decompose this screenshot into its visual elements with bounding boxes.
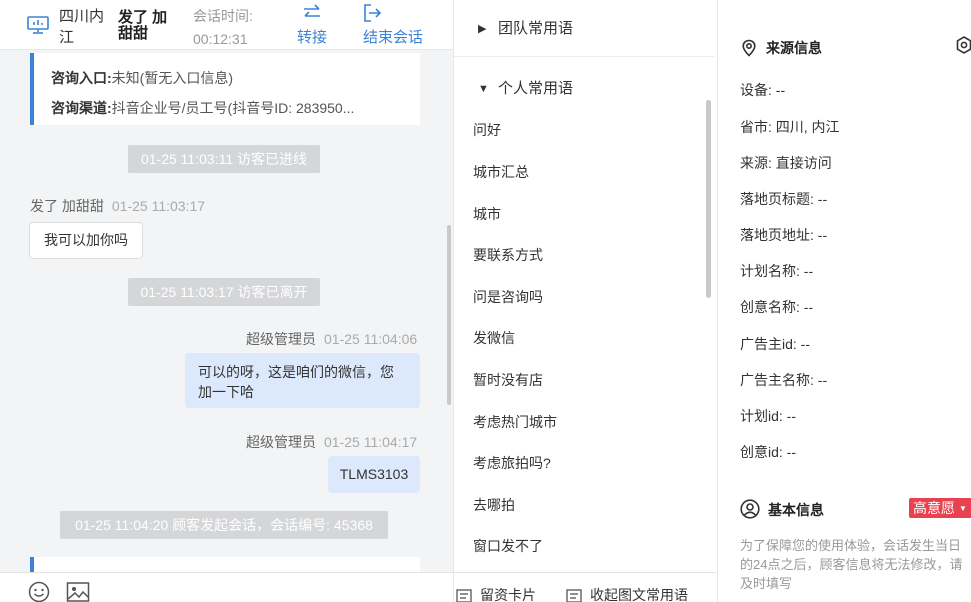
phrase-item[interactable]: 发微信 — [473, 328, 693, 348]
exit-icon — [364, 4, 382, 22]
basic-info-heading: 基本信息 — [740, 499, 824, 520]
field-creative-id: 创意id: -- — [740, 444, 796, 460]
visitor-name: 发了 加甜甜 — [118, 9, 168, 42]
agent-message-time: 01-25 11:04:17 — [324, 434, 418, 450]
lead-card-button[interactable]: 留资卡片 — [456, 585, 536, 602]
consult-entry-label: 咨询入口: — [51, 70, 112, 86]
agent-message-name: 超级管理员 — [246, 434, 316, 450]
consult-info-card: 咨询入口:未知(暂无入口信息) 咨询渠道:抖音企业号/员工号(抖音号ID: 28… — [30, 53, 420, 125]
system-message: 01-25 11:03:11 访客已进线 — [128, 145, 320, 173]
phrase-item[interactable]: 暂时没有店 — [473, 370, 693, 390]
monitor-icon — [27, 16, 49, 34]
user-icon — [740, 499, 760, 519]
settings-button[interactable] — [955, 36, 971, 57]
collapse-icon — [566, 589, 582, 602]
chat-scrollbar[interactable] — [447, 225, 451, 405]
lead-card-label: 留资卡片 — [480, 587, 536, 602]
team-phrases-group[interactable]: ▶ 团队常用语 — [454, 1, 714, 57]
chat-header: 四川内江 发了 加甜甜 会话时间: 00:12:31 转接 结束会话 — [0, 0, 453, 50]
source-info-title: 来源信息 — [766, 40, 822, 56]
intent-level-dropdown[interactable]: 高意愿 ▼ — [909, 498, 971, 518]
phrase-item[interactable]: 问好 — [473, 120, 693, 140]
caret-down-icon: ▼ — [959, 504, 967, 513]
agent-message-name: 超级管理员 — [246, 331, 316, 347]
field-advertiser-id: 广告主id: -- — [740, 336, 810, 352]
agent-message-bubble: TLMS3103 — [328, 456, 420, 493]
collapse-phrases-label: 收起图文常用语 — [590, 587, 688, 602]
team-phrases-label: 团队常用语 — [498, 20, 574, 37]
collapse-down-icon: ▼ — [478, 83, 489, 95]
agent-message-meta: 超级管理员 01-25 11:04:17 — [246, 432, 417, 452]
consult-channel-label: 咨询渠道: — [51, 100, 112, 116]
phrase-item[interactable]: 去哪拍 — [473, 495, 693, 515]
phrase-item[interactable]: 城市 — [473, 204, 693, 224]
transfer-button[interactable]: 转接 — [297, 4, 327, 47]
system-message: 01-25 11:04:20 顾客发起会话，会话编号: 45368 — [60, 511, 388, 539]
card-icon — [456, 589, 472, 602]
agent-message-time: 01-25 11:04:06 — [324, 331, 418, 347]
visitor-message-time: 01-25 11:03:17 — [111, 198, 206, 214]
chat-input-toolbar — [0, 572, 453, 602]
expand-right-icon: ▶ — [478, 23, 487, 35]
chat-panel: 四川内江 发了 加甜甜 会话时间: 00:12:31 转接 结束会话 咨询入口:… — [0, 0, 453, 602]
consult-channel-value: 抖音企业号/员工号(抖音号ID: 283950... — [111, 100, 355, 116]
personal-phrases-label: 个人常用语 — [498, 80, 574, 97]
agent-message-meta: 超级管理员 01-25 11:04:06 — [246, 329, 417, 349]
consult-entry-value: 未知(暂无入口信息) — [111, 70, 233, 86]
gear-icon — [956, 36, 971, 54]
personal-phrases-group[interactable]: ▼ 个人常用语 — [454, 61, 714, 117]
system-message: 01-25 11:03:17 访客已离开 — [128, 278, 320, 306]
transfer-icon — [304, 4, 320, 17]
field-plan-name: 计划名称: -- — [740, 263, 814, 279]
agent-message-bubble: 可以的呀，这是咱们的微信，您加一下哈 — [185, 353, 420, 408]
end-session-label: 结束会话 — [363, 29, 424, 46]
consult-entry-row: 咨询入口:未知(暂无入口信息) — [51, 63, 416, 93]
visitor-region: 四川内江 — [59, 8, 105, 46]
field-landing-url: 落地页地址: -- — [740, 227, 828, 243]
phrase-item[interactable]: 考虑旅拍吗? — [473, 453, 693, 473]
location-pin-icon — [742, 39, 756, 57]
basic-info-note: 为了保障您的使用体验，会话发生当日的24点之后，顾客信息将无法修改，请及时填写 — [740, 538, 963, 591]
session-time-value: 00:12:31 — [193, 31, 248, 47]
image-icon[interactable] — [66, 581, 90, 602]
phrase-scrollbar[interactable] — [706, 100, 711, 298]
field-province-city: 省市: 四川, 内江 — [740, 119, 840, 135]
consult-channel-row: 咨询渠道:抖音企业号/员工号(抖音号ID: 283950... — [51, 93, 416, 123]
field-creative-name: 创意名称: -- — [740, 299, 814, 315]
intent-level-label: 高意愿 — [913, 500, 955, 516]
field-source: 来源: 直接访问 — [740, 155, 832, 171]
phrase-footer: 留资卡片 收起图文常用语 — [454, 572, 717, 602]
phrase-item[interactable]: 问是咨询吗 — [473, 287, 693, 307]
phrase-item[interactable]: 考虑热门城市 — [473, 412, 693, 432]
field-plan-id: 计划id: -- — [740, 408, 796, 424]
emoji-icon[interactable] — [28, 581, 50, 602]
field-device: 设备: -- — [740, 82, 786, 98]
visitor-message-bubble: 我可以加你吗 — [29, 222, 143, 259]
phrase-panel: ▶ 团队常用语 ▼ 个人常用语 问好 城市汇总 城市 要联系方式 问是咨询吗 发… — [453, 0, 718, 602]
phrase-item[interactable]: 城市汇总 — [473, 162, 693, 182]
field-landing-title: 落地页标题: -- — [740, 191, 828, 207]
source-info-heading: 来源信息 — [740, 38, 822, 58]
basic-info-title: 基本信息 — [768, 502, 824, 518]
field-advertiser-name: 广告主名称: -- — [740, 372, 828, 388]
customer-info-panel: 来源信息 设备: -- 省市: 四川, 内江 来源: 直接访问 落地页标题: -… — [719, 0, 971, 602]
collapse-phrases-button[interactable]: 收起图文常用语 — [566, 585, 688, 602]
session-time-label: 会话时间: — [193, 8, 253, 24]
end-session-button[interactable]: 结束会话 — [363, 4, 423, 47]
visitor-message-name: 发了 加甜甜 — [30, 198, 104, 214]
transfer-label: 转接 — [297, 29, 328, 46]
phrase-item[interactable]: 窗口发不了 — [473, 536, 693, 556]
visitor-message-meta: 发了 加甜甜 01-25 11:03:17 — [30, 196, 205, 216]
phrase-item[interactable]: 要联系方式 — [473, 245, 693, 265]
